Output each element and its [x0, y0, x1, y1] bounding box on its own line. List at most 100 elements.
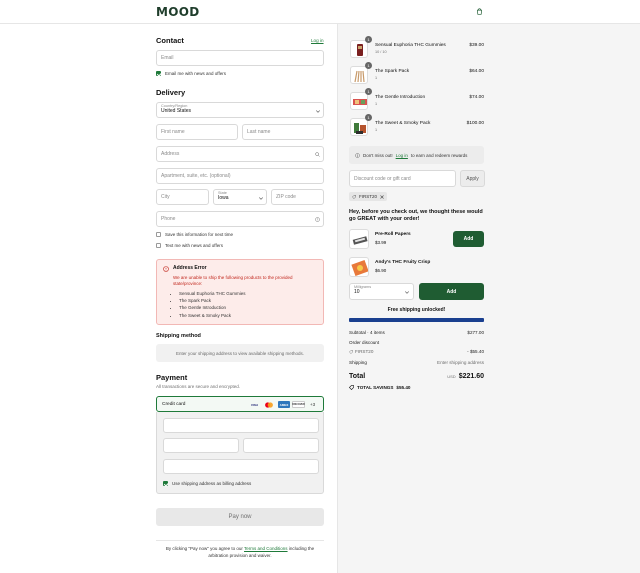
last-name-placeholder: Last name [247, 129, 271, 135]
save-info-label: Save this information for next time [165, 232, 234, 237]
upsell-product-name: Andy's THC Fruity Crisp [375, 260, 431, 265]
terms-link[interactable]: Terms and Conditions [244, 546, 288, 551]
apply-button[interactable]: Apply [460, 170, 485, 187]
product-name: Sensual Euphoria THC Gummies [375, 43, 446, 48]
progress-fill [349, 318, 484, 322]
rewards-text-post: to earn and redeem rewards [410, 152, 468, 158]
amex-icon: AMEX [278, 401, 290, 408]
quantity-badge: 1 [365, 36, 372, 43]
logo[interactable]: MOOD [156, 5, 200, 19]
last-name-field[interactable]: Last name [242, 124, 324, 140]
rewards-text: Don't miss out! [363, 152, 393, 158]
billing-address-row[interactable]: Use shipping address as billing address [163, 481, 251, 486]
order-discount-row: Order discount [349, 340, 484, 345]
product-name: The Sweet & Smoky Pack [375, 121, 431, 126]
apartment-field[interactable]: Apartment, suite, etc. (optional) [156, 168, 324, 184]
total-label: Total [349, 373, 366, 380]
email-news-row[interactable]: Email me with news and offers [156, 71, 226, 76]
city-placeholder: City [161, 194, 170, 200]
total-row: Total USD $221.60 [349, 373, 484, 380]
order-discount-label: Order discount [349, 340, 380, 345]
tag-icon [352, 194, 356, 199]
rewards-banner: Don't miss out! Log in to earn and redee… [349, 146, 484, 164]
card-number-field[interactable] [163, 418, 319, 433]
billing-address-checkbox[interactable] [163, 481, 168, 486]
pay-now-button[interactable]: Pay now [156, 508, 324, 526]
help-icon[interactable]: ? [315, 217, 320, 222]
product-price: $39.00 [469, 43, 484, 48]
total-value: $221.60 [458, 373, 484, 380]
save-info-row[interactable]: Save this information for next time [156, 232, 233, 237]
quantity-badge: 1 [365, 62, 372, 69]
text-news-row[interactable]: Text me with news and offers [156, 243, 223, 248]
phone-placeholder: Phone [161, 216, 176, 222]
save-info-checkbox[interactable] [156, 232, 161, 237]
info-icon [355, 152, 360, 158]
phone-field[interactable]: Phone ? [156, 211, 324, 227]
state-select[interactable]: State Iowa [213, 189, 267, 205]
product-image [350, 40, 368, 58]
zip-field[interactable]: ZIP code [271, 189, 324, 205]
state-value: Iowa [218, 194, 229, 201]
product-variant: 10 / 10 [375, 50, 387, 54]
text-news-label: Text me with news and offers [165, 243, 223, 248]
discount-code-input[interactable]: Discount code or gift card [349, 170, 456, 187]
address-placeholder: Address [161, 151, 180, 157]
discover-icon: DISCOVER [292, 401, 305, 408]
contact-heading: Contact [156, 36, 184, 45]
total-savings-row: TOTAL SAVINGS $55.40 [349, 385, 410, 390]
product-image [350, 118, 368, 136]
svg-text:?: ? [317, 218, 319, 222]
product-variant: 1 [375, 76, 378, 80]
list-item: Sensual Euphoria THC Gummies [179, 290, 245, 297]
shipping-row: Shipping Enter shipping address [349, 360, 484, 365]
apartment-placeholder: Apartment, suite, etc. (optional) [161, 173, 231, 179]
login-link[interactable]: Log in [311, 38, 324, 43]
remove-icon[interactable] [380, 194, 384, 199]
visa-icon: VISA [250, 402, 258, 407]
total-savings-label: TOTAL SAVINGS [357, 385, 394, 390]
product-name: The Spark Pack [375, 69, 410, 74]
chevron-down-icon [316, 110, 320, 113]
expiration-field[interactable] [163, 438, 239, 453]
chevron-down-icon [405, 291, 409, 294]
billing-address-label: Use shipping address as billing address [172, 481, 252, 486]
delivery-heading: Delivery [156, 88, 186, 97]
product-image [350, 66, 368, 84]
first-name-field[interactable]: First name [156, 124, 238, 140]
subtotal-row: Subtotal · 4 items $277.00 [349, 330, 484, 335]
address-error-list: Sensual Euphoria THC Gummies The Spark P… [179, 290, 245, 319]
email-news-checkbox[interactable] [156, 71, 161, 76]
discount-code-label: FIRST20 [355, 349, 374, 354]
currency-label: USD [447, 374, 456, 379]
error-icon [163, 266, 169, 272]
upsell-product-name: Pre-Roll Papers [375, 232, 411, 237]
country-value: United States [161, 107, 192, 114]
credit-card-label: Credit card [162, 402, 186, 407]
shopping-bag-icon[interactable] [476, 8, 483, 15]
quantity-badge: 1 [365, 114, 372, 121]
upsell-product-price: $6.90 [375, 268, 387, 273]
zip-placeholder: ZIP code [276, 194, 296, 200]
rewards-login-link[interactable]: Log in [396, 153, 408, 158]
credit-card-option[interactable]: Credit card VISA AMEX DISCOVER +3 [156, 396, 324, 412]
milligrams-select[interactable]: Milligrams 10 [349, 283, 414, 300]
product-variant: 1 [375, 128, 378, 132]
country-select[interactable]: Country/Region United States [156, 102, 324, 118]
add-upsell-button[interactable]: Add [419, 283, 484, 300]
email-field[interactable]: Email [156, 50, 324, 66]
address-error-box: Address Error We are unable to ship the … [156, 259, 324, 325]
upsell-heading: Hey, before you check out, we thought th… [349, 209, 483, 222]
more-brands-badge: +3 [310, 402, 316, 407]
shipping-value: Enter shipping address [437, 360, 484, 365]
email-placeholder: Email [161, 55, 174, 61]
applied-discount-tag: FIRST20 [349, 192, 388, 201]
address-field[interactable]: Address [156, 146, 324, 162]
city-field[interactable]: City [156, 189, 209, 205]
address-error-title: Address Error [173, 265, 207, 271]
tag-icon [349, 385, 354, 390]
add-upsell-button[interactable]: Add [453, 231, 484, 247]
text-news-checkbox[interactable] [156, 243, 161, 248]
name-on-card-field[interactable] [163, 459, 319, 474]
security-code-field[interactable] [243, 438, 319, 453]
